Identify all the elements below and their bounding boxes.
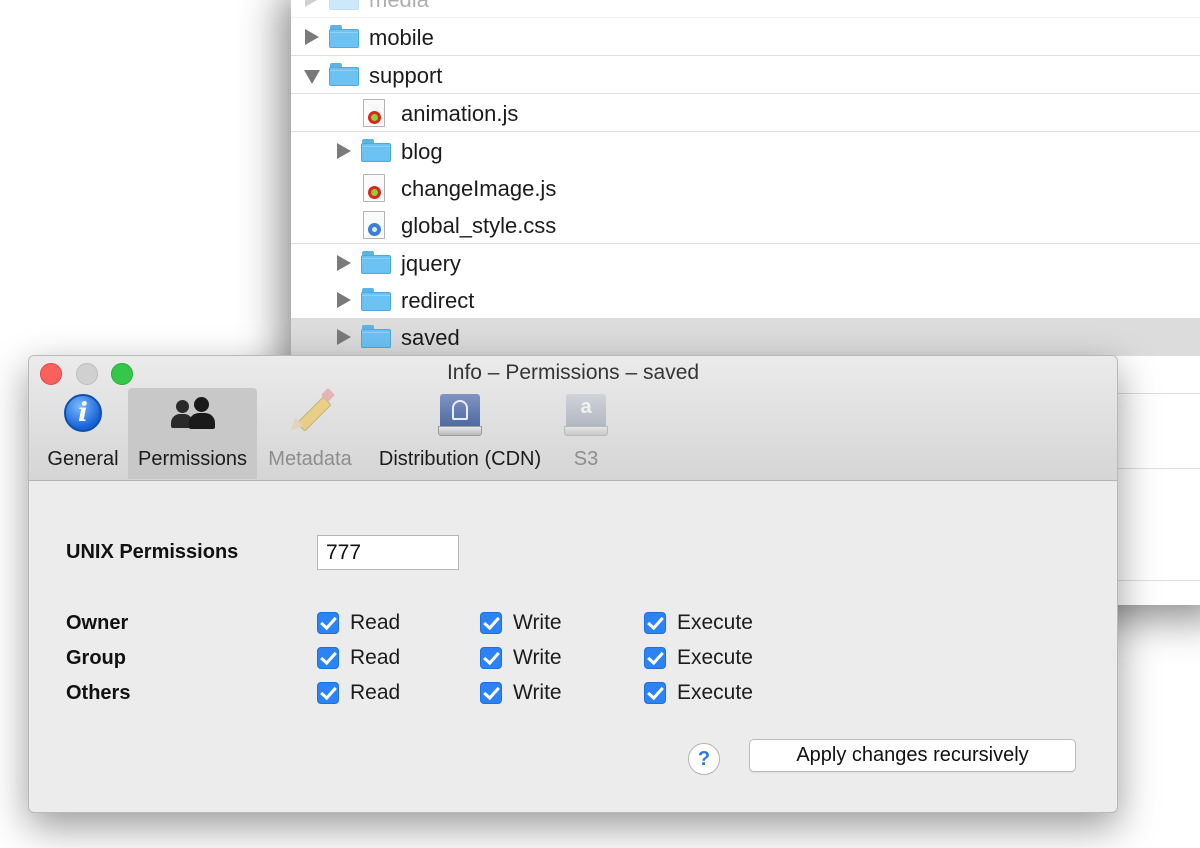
tab-permissions[interactable]: Permissions [128,388,257,479]
checkmark-icon [644,682,666,704]
file-row-blog[interactable]: blog [291,132,1200,170]
file-row-label: media [369,0,429,13]
checkmark-icon [480,612,502,634]
checkmark-icon [480,647,502,669]
tab-general[interactable]: i General [41,388,125,479]
file-row-label: global_style.css [401,213,557,238]
tab-label: S3 [573,448,599,470]
disclosure-triangle-icon[interactable] [337,292,351,308]
disclosure-triangle-icon[interactable] [337,329,351,345]
file-row-label: mobile [369,25,434,50]
info-dialog: Info – Permissions – saved i General Per… [28,355,1118,813]
unix-permissions-field[interactable] [317,535,459,570]
checkmark-icon [317,682,339,704]
file-row-label: animation.js [401,101,519,126]
file-row-jquery[interactable]: jquery [291,244,1200,282]
group-label: Group [66,647,126,669]
checkmark-icon [480,682,502,704]
disclosure-triangle-icon[interactable] [337,143,351,159]
drive-icon [438,394,482,436]
file-row-label: redirect [401,288,475,313]
checkmark-icon [317,647,339,669]
info-icon: i [64,394,102,432]
file-row-saved[interactable]: saved [291,318,1200,356]
disclosure-triangle-icon[interactable] [305,29,319,45]
apply-changes-recursively-button[interactable]: Apply changes recursively [749,739,1076,772]
file-row-label: changeImage.js [401,176,557,201]
file-row-label: support [369,63,443,88]
others-label: Others [66,682,131,704]
owner-label: Owner [66,612,129,634]
file-row-label: saved [401,325,460,350]
window-title: Info – Permissions – saved [446,361,700,384]
file-row-animation-js[interactable]: animation.js [291,94,1200,132]
tab-label: General [47,448,119,470]
tab-s3[interactable]: a S3 [561,388,611,479]
tab-label: Metadata [268,448,352,470]
tab-label: Permissions [138,448,247,470]
file-row-global-style-css[interactable]: global_style.css [291,206,1200,244]
file-row-label: jquery [401,251,461,276]
dialog-toolbar: Info – Permissions – saved i General Per… [29,356,1117,481]
file-row-label: blog [401,139,443,164]
disclosure-triangle-icon[interactable] [305,0,319,7]
amazon-s3-icon: a [564,394,608,436]
file-row-support[interactable]: support [291,56,1200,94]
checkmark-icon [644,647,666,669]
permissions-pane: UNIX Permissions Owner Read Write Execut… [29,481,1117,812]
file-row-redirect[interactable]: redirect [291,281,1200,319]
unix-permissions-label: UNIX Permissions [66,541,239,563]
checkmark-icon [317,612,339,634]
file-row-mobile[interactable]: mobile [291,18,1200,56]
people-icon [168,394,218,432]
disclosure-triangle-icon[interactable] [337,255,351,271]
help-button[interactable]: ? [688,743,720,775]
checkmark-icon [644,612,666,634]
disclosure-triangle-expanded-icon[interactable] [304,70,320,84]
tab-label: Distribution (CDN) [378,448,542,470]
pencil-icon [286,387,336,435]
file-row-media[interactable]: media [291,0,1200,18]
tab-distribution-cdn[interactable]: Distribution (CDN) [369,388,551,479]
tab-metadata[interactable]: Metadata [264,387,356,479]
file-row-changeimage-js[interactable]: changeImage.js [291,169,1200,207]
